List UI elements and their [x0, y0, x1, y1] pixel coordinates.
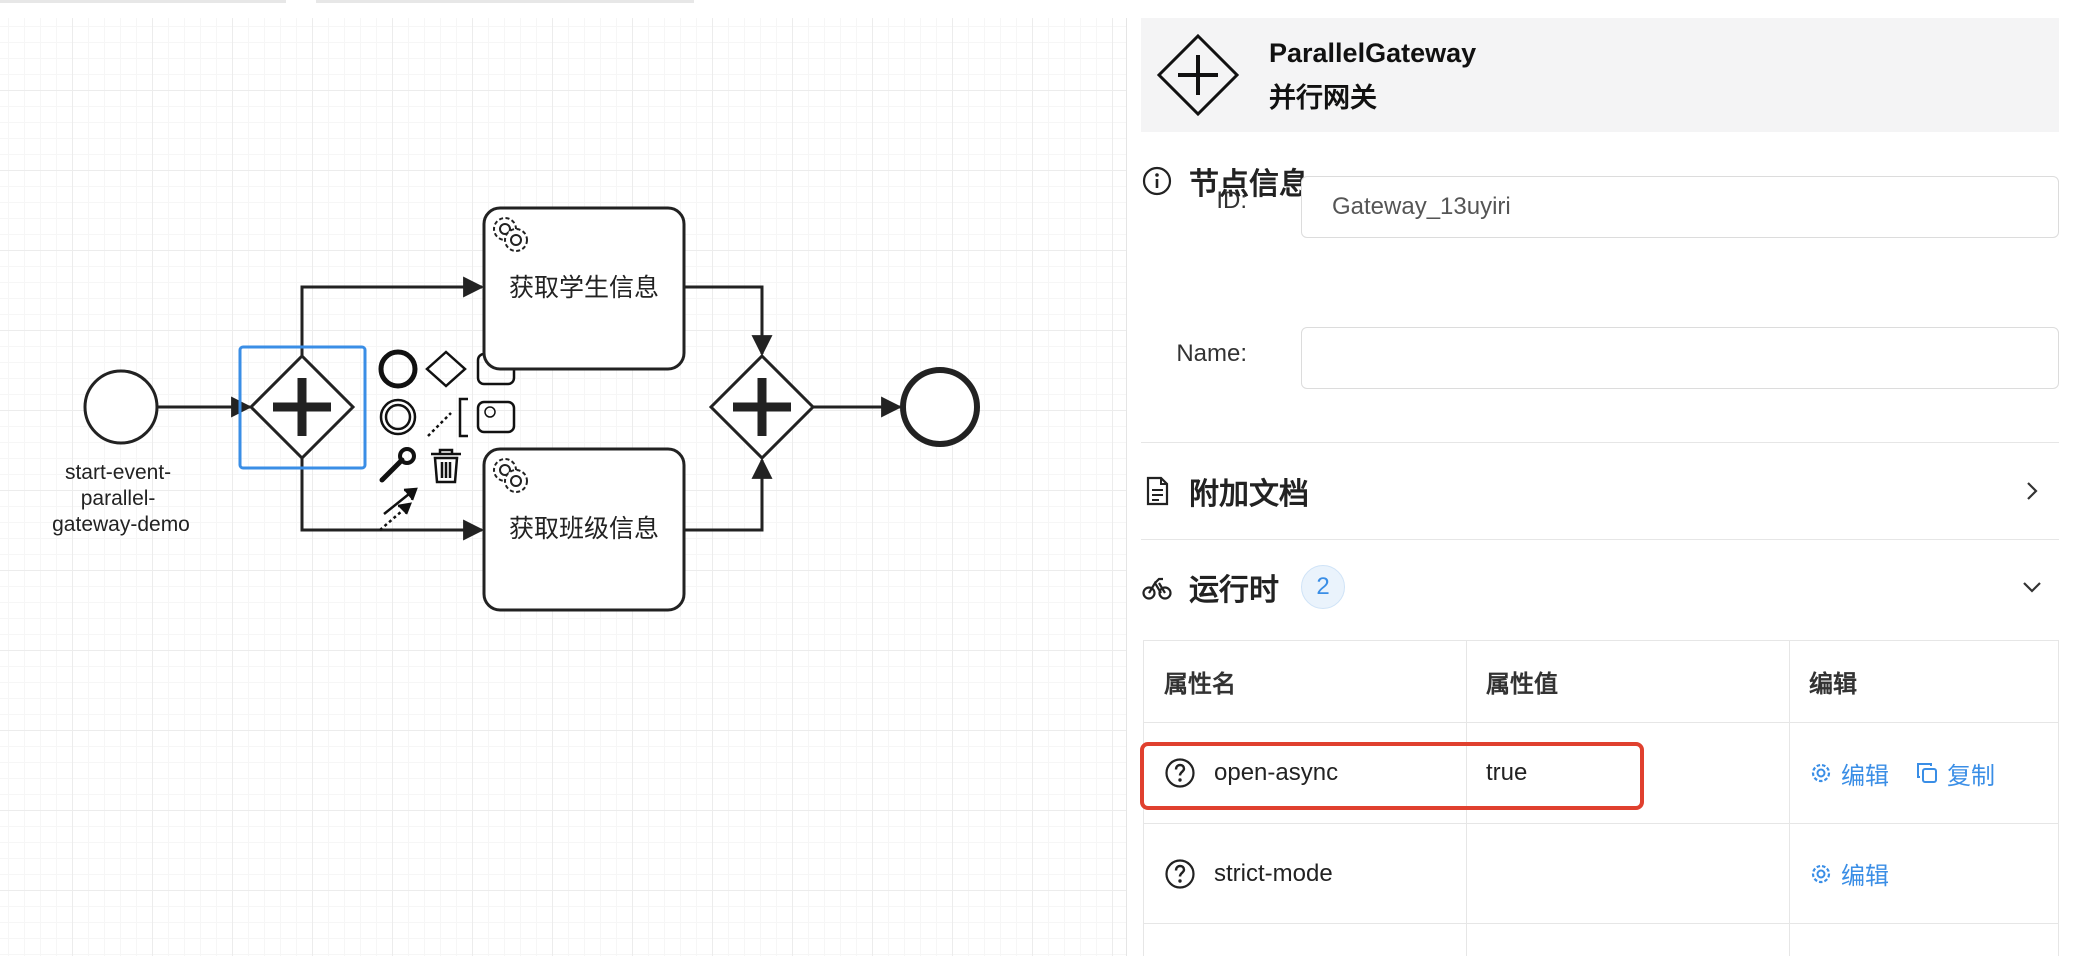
flow-task2-to-join — [684, 457, 773, 532]
edit-button[interactable]: 编辑 — [1809, 856, 1889, 891]
help-icon[interactable] — [1164, 757, 1196, 789]
task-label: 获取学生信息 — [509, 274, 659, 302]
group-title: 附加文档 — [1189, 478, 1309, 511]
count-badge: 2 — [1301, 565, 1345, 609]
bicycle-icon — [1142, 577, 1172, 600]
divider — [1141, 539, 2059, 540]
chevron-down-icon[interactable] — [2019, 574, 2045, 600]
append-end-event-icon[interactable] — [378, 349, 418, 389]
column-header: 属性值 — [1486, 671, 1558, 698]
bpmn-diagram: start-event- parallel- gateway-demo 获取学生… — [52, 206, 980, 612]
property-name: open-async — [1214, 759, 1339, 786]
append-intermediate-event-icon[interactable] — [379, 398, 417, 436]
property-value: true — [1486, 759, 1528, 786]
help-icon[interactable] — [1164, 858, 1196, 890]
service-task-get-class-info[interactable]: 获取班级信息 — [482, 447, 686, 612]
property-actions: 编辑 — [1809, 824, 1915, 923]
property-actions: 编辑 复制 — [1809, 723, 2021, 823]
divider — [1141, 442, 2059, 443]
name-label: Name: — [1176, 340, 1247, 367]
property-name: strict-mode — [1214, 859, 1333, 887]
copy-button-label: 复制 — [1947, 762, 1995, 790]
edit-button-label: 编辑 — [1841, 762, 1889, 790]
edit-button[interactable]: 编辑 — [1809, 756, 1889, 791]
group-runtime-header[interactable]: 运行时 2 — [1141, 560, 2059, 614]
id-field[interactable] — [1301, 176, 2059, 238]
start-event-label-line: start-event- — [65, 461, 171, 484]
service-task-get-student-info[interactable]: 获取学生信息 — [482, 206, 686, 371]
bpmn-canvas[interactable]: start-event- parallel- gateway-demo 获取学生… — [0, 18, 1126, 956]
copy-button[interactable]: 复制 — [1915, 756, 1995, 791]
svg-text:start-event- parallel-: start-event- parallel- gateway-demo — [52, 461, 190, 536]
start-event-label-line: gateway-demo — [52, 513, 190, 536]
name-field[interactable] — [1301, 327, 2059, 389]
edit-button-label: 编辑 — [1841, 863, 1889, 890]
property-name-cell: open-async — [1164, 723, 1338, 823]
parallel-gateway-join[interactable] — [708, 353, 816, 461]
column-header: 属性名 — [1164, 671, 1236, 698]
property-name-cell: strict-mode — [1164, 824, 1333, 923]
panel-header: ParallelGateway 并行网关 — [1141, 18, 2059, 132]
append-text-annotation-icon[interactable] — [427, 397, 468, 438]
replace-task-icon[interactable] — [476, 400, 516, 434]
table-row: strict-mode 编辑 — [1144, 824, 2058, 924]
parallel-gateway-icon — [1156, 33, 1240, 117]
element-type: ParallelGateway — [1269, 38, 1477, 68]
start-event-label-line: parallel- — [81, 487, 156, 510]
gear-icon — [1811, 763, 1831, 783]
task-label: 获取班级信息 — [509, 515, 659, 543]
table-row: open-async true 编辑 复制 — [1144, 723, 2058, 824]
column-header: 编辑 — [1809, 671, 1857, 698]
document-icon — [1146, 476, 1169, 506]
wrench-icon[interactable] — [379, 447, 416, 483]
trash-icon[interactable] — [431, 448, 461, 484]
group-documentation-header[interactable]: 附加文档 — [1141, 464, 2059, 518]
append-gateway-icon[interactable] — [425, 350, 467, 388]
runtime-properties-table: 属性名 属性值 编辑 open-async true 编辑 复制 strict-… — [1143, 640, 2059, 956]
id-label: ID: — [1216, 187, 1247, 214]
flow-task1-to-join — [684, 285, 773, 357]
table-header-row: 属性名 属性值 编辑 — [1144, 641, 2058, 723]
start-event[interactable] — [83, 369, 159, 445]
element-name: 并行网关 — [1269, 83, 1377, 113]
group-title: 运行时 — [1189, 574, 1279, 607]
end-event[interactable] — [900, 367, 980, 447]
chevron-right-icon[interactable] — [2019, 478, 2045, 504]
parallel-gateway-split[interactable] — [248, 353, 356, 461]
connect-arrow-icon[interactable] — [379, 487, 418, 531]
properties-panel: ParallelGateway 并行网关 节点信息 ID: Name: 附加文档 — [1126, 18, 2074, 956]
copy-icon — [1917, 763, 1937, 783]
gear-icon — [1811, 864, 1831, 883]
